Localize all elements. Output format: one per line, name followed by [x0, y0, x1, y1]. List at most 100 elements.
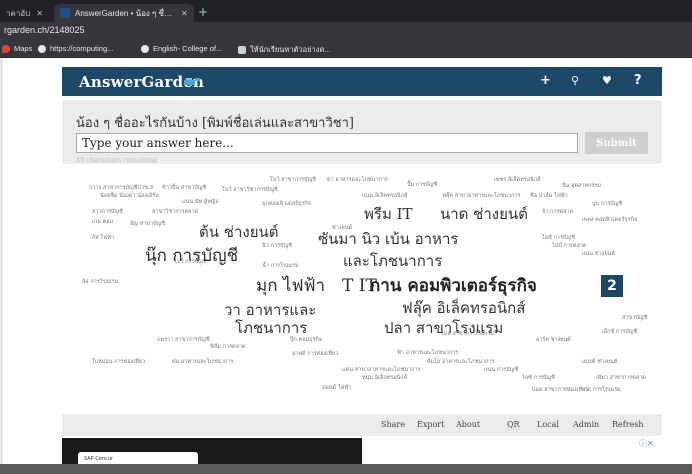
cloud-word[interactable]: แพรวา สาขาการบัญชี — [157, 337, 210, 344]
cloud-word[interactable]: แนน นัท ผู้หญิง — [182, 199, 218, 206]
action-bar: Share Export About QR Local Admin Refres… — [62, 418, 662, 436]
cloud-word[interactable]: แคน สาขาอาหารและโภชนาการ — [342, 367, 421, 374]
browser-tab-active[interactable]: AnswerGarden • น้อง ๆ ชื่ออะไรกันบ ✕ — [54, 4, 194, 22]
new-tab-icon[interactable]: + — [198, 5, 208, 19]
cloud-word[interactable]: มายด์ การท่องเที่ยว — [292, 351, 338, 358]
export-button[interactable]: Export — [417, 420, 445, 429]
main-panel: น้อง ๆ ชื่ออะไรกันบ้าง [พิมพ์ชื่อเล่นและ… — [62, 100, 662, 474]
add-icon[interactable]: + — [540, 73, 551, 88]
cloud-word[interactable]: แนน อิเล็คทรอนิกส์ — [362, 193, 407, 200]
cloud-word[interactable]: ไอซ์ การบัญชี — [542, 235, 575, 242]
bottom-bar — [0, 464, 692, 474]
page: าคาอับ ✕ AnswerGarden • น้อง ๆ ชื่ออะไรก… — [0, 0, 692, 474]
admin-button[interactable]: Admin — [573, 420, 600, 429]
bookmark-maps[interactable]: Maps — [2, 44, 32, 53]
cloud-word[interactable]: มุกคอมพิวเตอร์ธุรกิจ — [262, 201, 311, 208]
bookmark-label: https://computing... — [50, 44, 114, 53]
share-button[interactable]: Share — [381, 420, 405, 429]
tab-label: AnswerGarden • น้อง ๆ ชื่ออะไรกันบ — [75, 8, 175, 18]
cloud-word-large[interactable]: โภชนาการ — [235, 321, 307, 336]
cloud-word[interactable]: โบว์ สาขาการบัญชี — [270, 177, 316, 184]
cloud-word[interactable]: บูม การบัญชี — [592, 201, 622, 208]
cloud-word-large[interactable]: วา อาหารและ — [224, 303, 316, 318]
cloud-word[interactable]: เอ็กซ์ การบัญชี — [602, 329, 637, 336]
cloud-word[interactable]: ปอนด์ ไฟฟ้า — [322, 385, 352, 392]
cloud-word-large[interactable]: มุก ไฟฟ้า — [256, 278, 325, 295]
ad-close-icon[interactable]: ⓘ✕ — [639, 438, 654, 449]
cloud-word[interactable]: ฟิล์ม การตลาด — [210, 344, 246, 351]
bookmark-label: ให้นักเรียนหาตัวอย่างค... — [250, 45, 331, 54]
cloud-word[interactable]: แนน การบัญชี — [484, 367, 518, 374]
cloud-word[interactable]: แนน ช่างยนต์ — [582, 251, 615, 258]
cloud-word[interactable]: สาขาวิชาการตลาด — [152, 209, 198, 216]
cloud-word[interactable]: เพชร อิเล็คทรอนิกส์ — [494, 177, 541, 184]
cloud-word[interactable]: เพียว สาขาการตลาด — [596, 375, 646, 382]
about-button[interactable]: About — [456, 420, 481, 429]
answergarden-favicon-icon — [60, 8, 70, 18]
cloud-word[interactable]: เกม คอม — [92, 219, 113, 226]
bookmark-thai-page[interactable]: ให้นักเรียนหาตัวอย่างค... — [238, 44, 331, 56]
cloud-word[interactable]: ฟลุ๊ค สาขาอาหารและโภชนาการ — [442, 193, 520, 200]
site-header: AnswerGarden + ⚲ ♥ ? — [62, 67, 662, 96]
cloud-word[interactable]: ไปป์ การตลาด — [552, 243, 586, 250]
cloud-word-large[interactable]: พรีม IT — [364, 207, 413, 222]
cloud-word[interactable]: ใบหม่อน การท่องเที่ยว — [92, 359, 145, 366]
cloud-word-large[interactable]: นาด ช่างยนต์ — [440, 207, 528, 222]
cloud-word[interactable]: ปุ๊ก คอมธุรกิจ — [290, 337, 322, 344]
cloud-word[interactable]: สาวการบัญชี — [92, 209, 123, 216]
refresh-button[interactable]: Refresh — [612, 420, 644, 429]
url-text: rgarden.ch/2148025 — [4, 25, 85, 35]
cloud-word[interactable]: ฝน อาหารและโภชนาการ — [172, 359, 233, 366]
cloud-word-large[interactable]: ต้น ช่างยนต์ — [199, 225, 278, 240]
search-icon[interactable]: ⚲ — [571, 74, 579, 87]
cloud-word-large[interactable]: ปลา สาขาโรงแรม — [384, 321, 503, 336]
cloud-word[interactable]: อาร์ต ช่างยนต์ — [536, 337, 571, 344]
close-icon[interactable]: ✕ — [36, 9, 43, 18]
close-icon[interactable]: ✕ — [181, 9, 188, 18]
globe-icon — [141, 44, 149, 53]
bookmark-label: Maps — [14, 44, 33, 53]
bookmark-english-college[interactable]: English- College of... — [141, 44, 222, 53]
cloud-word[interactable]: อ้อ การโรงแรม — [82, 279, 118, 286]
cloud-word[interactable]: ไอซ์ การบัญชี — [522, 375, 555, 382]
cloud-word[interactable]: ข้าวปั้น สาขาบัญชี — [162, 185, 206, 192]
question-title: น้อง ๆ ชื่ออะไรกันบ้าง [พิมพ์ชื่อเล่นและ… — [76, 116, 354, 131]
bookmark-computing[interactable]: https://computing... — [38, 44, 113, 53]
cloud-word-large[interactable]: ซันมา นิว เบ้น อาหาร — [318, 232, 458, 247]
cloud-word[interactable]: น้ำ การโรงแรม — [262, 263, 299, 270]
cloud-word[interactable]: น้อยชื่อ น้องดา น้องเอิร์น — [100, 193, 159, 200]
cloud-word[interactable]: แอม สาขาการท่องเที่ยว — [532, 387, 588, 394]
cloud-word[interactable]: ดา อาหารและโภชนาการ — [327, 177, 388, 184]
cloud-word-large[interactable]: นุ๊ก การบัญชี — [145, 248, 238, 265]
ad-card-text: SAP Concur — [84, 456, 113, 462]
cloud-word[interactable]: กัส ไฟฟ้า — [92, 235, 114, 242]
characters-remaining: 40 characters remaining — [76, 156, 158, 164]
cloud-word-large[interactable]: ฟลุ๊ค อิเล็คทรอนิกส์ — [402, 301, 525, 316]
cloud-word[interactable]: ชื่อ ปาล์ม ไฟฟ้า — [530, 193, 568, 200]
submit-button[interactable]: Submit — [585, 132, 648, 154]
cloud-word[interactable]: นิ่ม อุตสาหกรรม — [562, 183, 601, 190]
answer-input[interactable] — [76, 133, 578, 153]
help-icon[interactable]: ? — [634, 73, 642, 88]
cloud-word[interactable]: เพลง คอมพิวเตอร์ธุรกิจ — [582, 217, 637, 224]
cloud-word[interactable]: จ้า การตลาด — [542, 209, 573, 216]
cloud-word[interactable]: ปั๊ม การบัญชี — [407, 182, 437, 189]
browser-tab-1[interactable]: าคาอับ ✕ — [0, 4, 52, 22]
qr-button[interactable]: QR — [507, 420, 520, 429]
browser-tabbar: าคาอับ ✕ AnswerGarden • น้อง ๆ ชื่ออะไรก… — [0, 0, 692, 22]
cloud-word[interactable]: ฟ้า อาหารและโภชนาการ — [397, 350, 458, 357]
address-bar[interactable]: rgarden.ch/2148025 — [0, 22, 692, 40]
cloud-word[interactable]: หนุ่ม อิเล็กทรอนิกส์ — [362, 375, 407, 382]
heart-icon[interactable]: ♥ — [602, 74, 612, 87]
cloud-word[interactable]: โบว์ สาขาวิชาการบัญชี — [222, 187, 278, 194]
answer-cloud: โบว์ สาขาการบัญชี ดา อาหารและโภชนาการ เพ… — [62, 164, 662, 414]
local-button[interactable]: Local — [537, 420, 559, 429]
cloud-word[interactable]: แบงค์ ช่างยนต์ — [582, 359, 617, 366]
cloud-word[interactable]: อัญ สาขาบัญชี — [130, 221, 165, 228]
cloud-word-large[interactable]: กาน คอมพิวเตอร์ธุรกิจ — [370, 278, 537, 295]
cloud-word[interactable]: ส้มโอ อาหารและโภชนาการ — [427, 359, 494, 366]
cloud-word[interactable]: สาขาบัญชี — [622, 315, 647, 322]
cloud-word-large[interactable]: และโภชนาการ — [343, 254, 442, 269]
cloud-word[interactable]: นิว การบัญชี — [262, 243, 292, 250]
cloud-word[interactable]: กวาง สาขาการบัญชีปวช.3 — [89, 185, 153, 192]
